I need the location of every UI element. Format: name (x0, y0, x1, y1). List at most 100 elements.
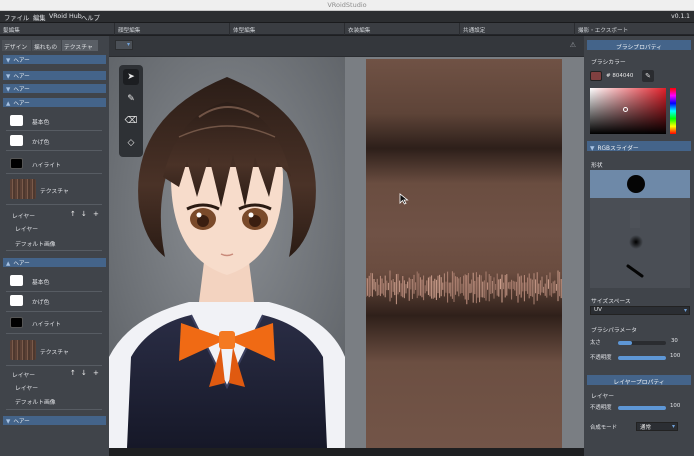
blend-mode-label: 合成モード (590, 425, 617, 431)
hex-value[interactable]: # 804040 (606, 73, 633, 79)
texture-row-a[interactable]: テクスチャ (6, 179, 104, 201)
tab-photo-export[interactable]: 撮影・エクスポート (575, 23, 694, 35)
tab-body-edit[interactable]: 体型編集 (230, 23, 345, 35)
view-dropdown[interactable]: ▾ (115, 40, 133, 50)
divider (6, 409, 102, 410)
shadow-color-swatch[interactable] (10, 135, 23, 146)
size-space-label: サイズスペース (591, 299, 631, 305)
section-hair-collapsed-2[interactable]: ▼ ヘアー (3, 71, 106, 80)
menu-edit[interactable]: 編集 (33, 13, 46, 22)
layer-item-default-image[interactable]: デフォルト画像 (15, 239, 56, 248)
thickness-value[interactable]: 30 (671, 338, 678, 344)
layer-label: レイヤー (591, 394, 615, 400)
saturation-value-picker[interactable] (590, 88, 666, 134)
version-label: v0.1.1 (671, 13, 690, 20)
base-color-row-a[interactable]: 基本色 (6, 113, 104, 128)
texture-thumbnail[interactable] (10, 179, 36, 199)
fill-tool-icon[interactable]: ◇ (123, 135, 139, 151)
3d-viewport[interactable]: ➤ ✎ ⌫ ◇ (109, 57, 345, 448)
section-hair-collapsed-4[interactable]: ▼ ヘアー (3, 416, 106, 425)
brush-shapes (626, 175, 645, 278)
highlight-row-a[interactable]: ハイライト (6, 156, 104, 171)
shadow-color-swatch[interactable] (10, 295, 23, 306)
base-color-row-b[interactable]: 基本色 (6, 273, 104, 288)
chevron-down-icon: ▼ (6, 419, 11, 425)
warning-icon[interactable]: ⚠ (570, 41, 576, 49)
divider (6, 311, 102, 312)
left-panel: デザイン 揺れもの テクスチャ ▼ ヘアー ▼ ヘアー ▼ ヘアー ▲ ヘアー 基本色 … (0, 36, 109, 456)
layer-opacity-value[interactable]: 100 (670, 403, 680, 409)
subtab-design[interactable]: デザイン (2, 40, 31, 51)
tool-palette: ➤ ✎ ⌫ ◇ (119, 65, 143, 157)
layer-add-icon[interactable]: + (93, 369, 99, 377)
chevron-down-icon: ▼ (6, 58, 11, 64)
rgb-slider-label: RGBスライダー (597, 145, 639, 152)
chevron-down-icon: ▼ (6, 74, 11, 80)
shadow-color-label: かげ色 (32, 300, 50, 306)
opacity-value[interactable]: 100 (670, 353, 680, 359)
brush-color-swatch[interactable] (590, 71, 602, 81)
subtab-sway[interactable]: 揺れもの (32, 40, 61, 51)
size-space-value: UV (594, 307, 602, 313)
view-toolbar: ▾ ⚠ (109, 36, 584, 57)
layer-item[interactable]: レイヤー (15, 224, 38, 233)
menu-file[interactable]: ファイル (4, 13, 29, 22)
section-hair-collapsed-3[interactable]: ▼ ヘアー (3, 84, 106, 93)
rgb-slider-header[interactable]: ▼ RGBスライダー (587, 141, 691, 152)
sv-cursor[interactable] (623, 107, 628, 112)
layer-add-icon[interactable]: + (93, 210, 99, 218)
pen-tool-icon[interactable]: ✎ (123, 91, 139, 107)
select-tool-icon[interactable]: ➤ (123, 69, 139, 85)
brush-params-label: ブラシパラメータ (591, 328, 637, 334)
texture-row-b[interactable]: テクスチャ (6, 340, 104, 362)
section-label: ヘアー (13, 101, 30, 107)
tab-hair-edit[interactable]: 髪編集 (0, 23, 115, 35)
size-space-select[interactable]: UV ▾ (590, 306, 690, 315)
shadow-color-row-a[interactable]: かげ色 (6, 133, 104, 148)
layer-up-icon[interactable]: ↑ (70, 210, 76, 218)
texture-canvas[interactable] (366, 59, 562, 448)
divider (6, 173, 102, 174)
blend-mode-value: 通常 (640, 425, 652, 431)
chevron-down-icon: ▾ (671, 423, 675, 430)
divider (6, 250, 102, 251)
shadow-color-row-b[interactable]: かげ色 (6, 293, 104, 308)
highlight-row-b[interactable]: ハイライト (6, 315, 104, 330)
chevron-down-icon: ▼ (6, 87, 11, 93)
highlight-color-swatch[interactable] (10, 158, 23, 169)
opacity-slider[interactable] (618, 356, 666, 360)
brush-color-label: ブラシカラー (591, 60, 626, 66)
section-hair-expanded-a[interactable]: ▲ ヘアー (3, 98, 106, 107)
layer-item[interactable]: レイヤー (15, 383, 38, 392)
menu-help[interactable]: ヘルプ (81, 13, 100, 22)
layer-down-icon[interactable]: ↓ (81, 369, 87, 377)
divider (6, 365, 102, 366)
base-color-swatch[interactable] (10, 115, 23, 126)
tab-face-edit[interactable]: 顔型編集 (115, 23, 230, 35)
menu-vroid-hub[interactable]: VRoid Hub (49, 13, 82, 20)
blend-mode-select[interactable]: 通常 ▾ (636, 422, 678, 431)
section-hair-collapsed-1[interactable]: ▼ ヘアー (3, 55, 106, 64)
layer-down-icon[interactable]: ↓ (81, 210, 87, 218)
base-color-swatch[interactable] (10, 275, 23, 286)
eraser-tool-icon[interactable]: ⌫ (123, 113, 139, 129)
section-label: ヘアー (13, 419, 30, 425)
texture-editor[interactable] (345, 57, 584, 448)
highlight-color-swatch[interactable] (10, 317, 23, 328)
window-title: VRoidStudio (327, 1, 367, 9)
character-render (109, 57, 345, 448)
texture-thumbnail[interactable] (10, 340, 36, 360)
main-tabbar: 髪編集 顔型編集 体型編集 衣装編集 共通設定 撮影・エクスポート (0, 23, 694, 35)
layer-opacity-slider[interactable] (618, 406, 666, 410)
section-hair-expanded-b[interactable]: ▲ ヘアー (3, 258, 106, 267)
thickness-slider-fill (618, 341, 633, 345)
tab-outfit-edit[interactable]: 衣装編集 (345, 23, 460, 35)
highlight-label: ハイライト (32, 322, 61, 328)
thickness-slider[interactable] (618, 341, 666, 345)
layer-up-icon[interactable]: ↑ (70, 369, 76, 377)
eyedropper-icon[interactable]: ✎ (642, 70, 654, 82)
subtab-texture[interactable]: テクスチャ (62, 40, 98, 51)
hue-slider[interactable] (670, 88, 676, 134)
tab-common-settings[interactable]: 共通設定 (460, 23, 575, 35)
layer-item-default-image[interactable]: デフォルト画像 (15, 397, 56, 406)
